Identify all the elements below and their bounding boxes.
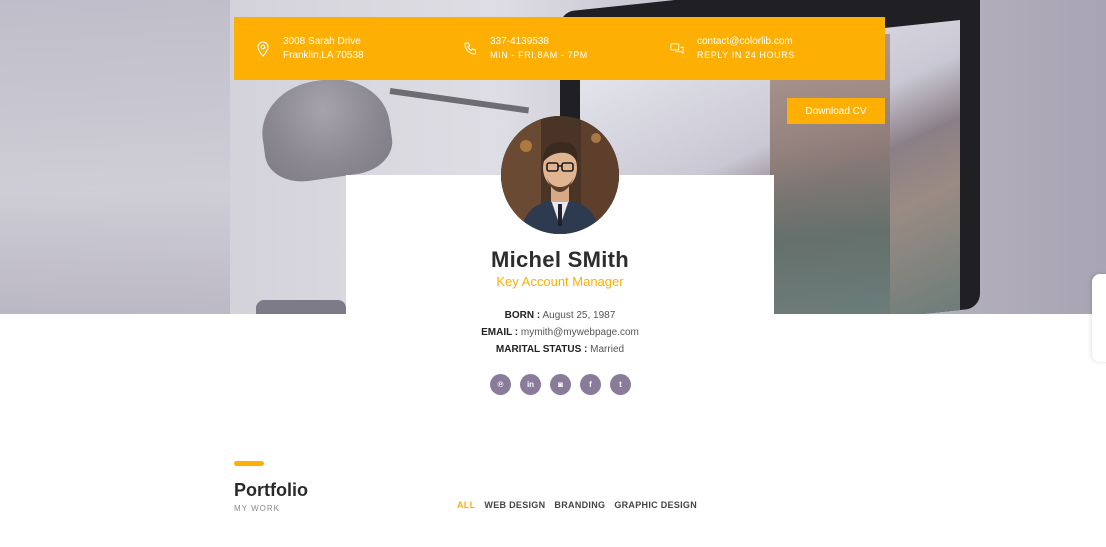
contact-phone: 337-4139538 MIN - FRI,8AM - 7PM bbox=[463, 17, 588, 80]
address-line-1: 3008 Sarah Drive bbox=[283, 35, 361, 47]
email-reply-note: REPLY IN 24 HOURS bbox=[697, 50, 795, 60]
avatar bbox=[501, 116, 619, 234]
background-blur bbox=[0, 0, 230, 314]
filter-branding[interactable]: BRANDING bbox=[554, 500, 605, 510]
chat-icon bbox=[670, 41, 684, 57]
desk-object-image bbox=[256, 300, 346, 314]
facebook-icon[interactable]: f bbox=[580, 374, 601, 395]
phone-hours: MIN - FRI,8AM - 7PM bbox=[490, 50, 588, 60]
contact-bar: 3008 Sarah Drive Franklin,LA 70538 337-4… bbox=[234, 17, 885, 80]
pinterest-icon[interactable]: ℗ bbox=[490, 374, 511, 395]
filter-web-design[interactable]: WEB DESIGN bbox=[484, 500, 545, 510]
social-links: ℗ in ◙ f t bbox=[490, 374, 631, 395]
portfolio-title: Portfolio bbox=[234, 480, 308, 500]
address-line-2: Franklin,LA 70538 bbox=[283, 49, 364, 61]
email-address[interactable]: contact@colorlib.com bbox=[697, 35, 795, 49]
marital-value: Married bbox=[587, 344, 625, 355]
linkedin-icon[interactable]: in bbox=[520, 374, 541, 395]
born-row: BORN : August 25, 1987 bbox=[346, 310, 774, 321]
email-value: mymith@mywebpage.com bbox=[518, 327, 639, 338]
profile-role: Key Account Manager bbox=[496, 274, 624, 289]
filter-all[interactable]: ALL bbox=[457, 500, 475, 510]
born-value: August 25, 1987 bbox=[540, 310, 616, 321]
phone-number: 337-4139538 bbox=[490, 36, 549, 47]
contact-email: contact@colorlib.com REPLY IN 24 HOURS bbox=[670, 17, 795, 80]
twitter-icon[interactable]: t bbox=[610, 374, 631, 395]
side-panel-tab[interactable] bbox=[1092, 274, 1106, 362]
contact-address: 3008 Sarah Drive Franklin,LA 70538 bbox=[256, 17, 364, 80]
portfolio-filters: ALL WEB DESIGN BRANDING GRAPHIC DESIGN bbox=[457, 500, 697, 510]
instagram-icon[interactable]: ◙ bbox=[550, 374, 571, 395]
location-pin-icon bbox=[256, 40, 270, 57]
email-row: EMAIL : mymith@mywebpage.com bbox=[346, 327, 774, 338]
marital-row: MARITAL STATUS : Married bbox=[346, 344, 774, 355]
born-label: BORN : bbox=[504, 310, 541, 321]
filter-graphic-design[interactable]: GRAPHIC DESIGN bbox=[614, 500, 697, 510]
email-label: EMAIL : bbox=[481, 327, 519, 338]
portfolio-subtitle: MY WORK bbox=[234, 504, 280, 513]
marital-label: MARITAL STATUS : bbox=[495, 344, 588, 355]
phone-icon bbox=[463, 41, 477, 57]
download-cv-button[interactable]: Download CV bbox=[787, 98, 885, 124]
section-accent-line bbox=[234, 461, 264, 466]
lamp-arm-image bbox=[389, 88, 530, 114]
profile-name: Michel SMith bbox=[490, 247, 630, 272]
lamp-image bbox=[255, 71, 397, 187]
